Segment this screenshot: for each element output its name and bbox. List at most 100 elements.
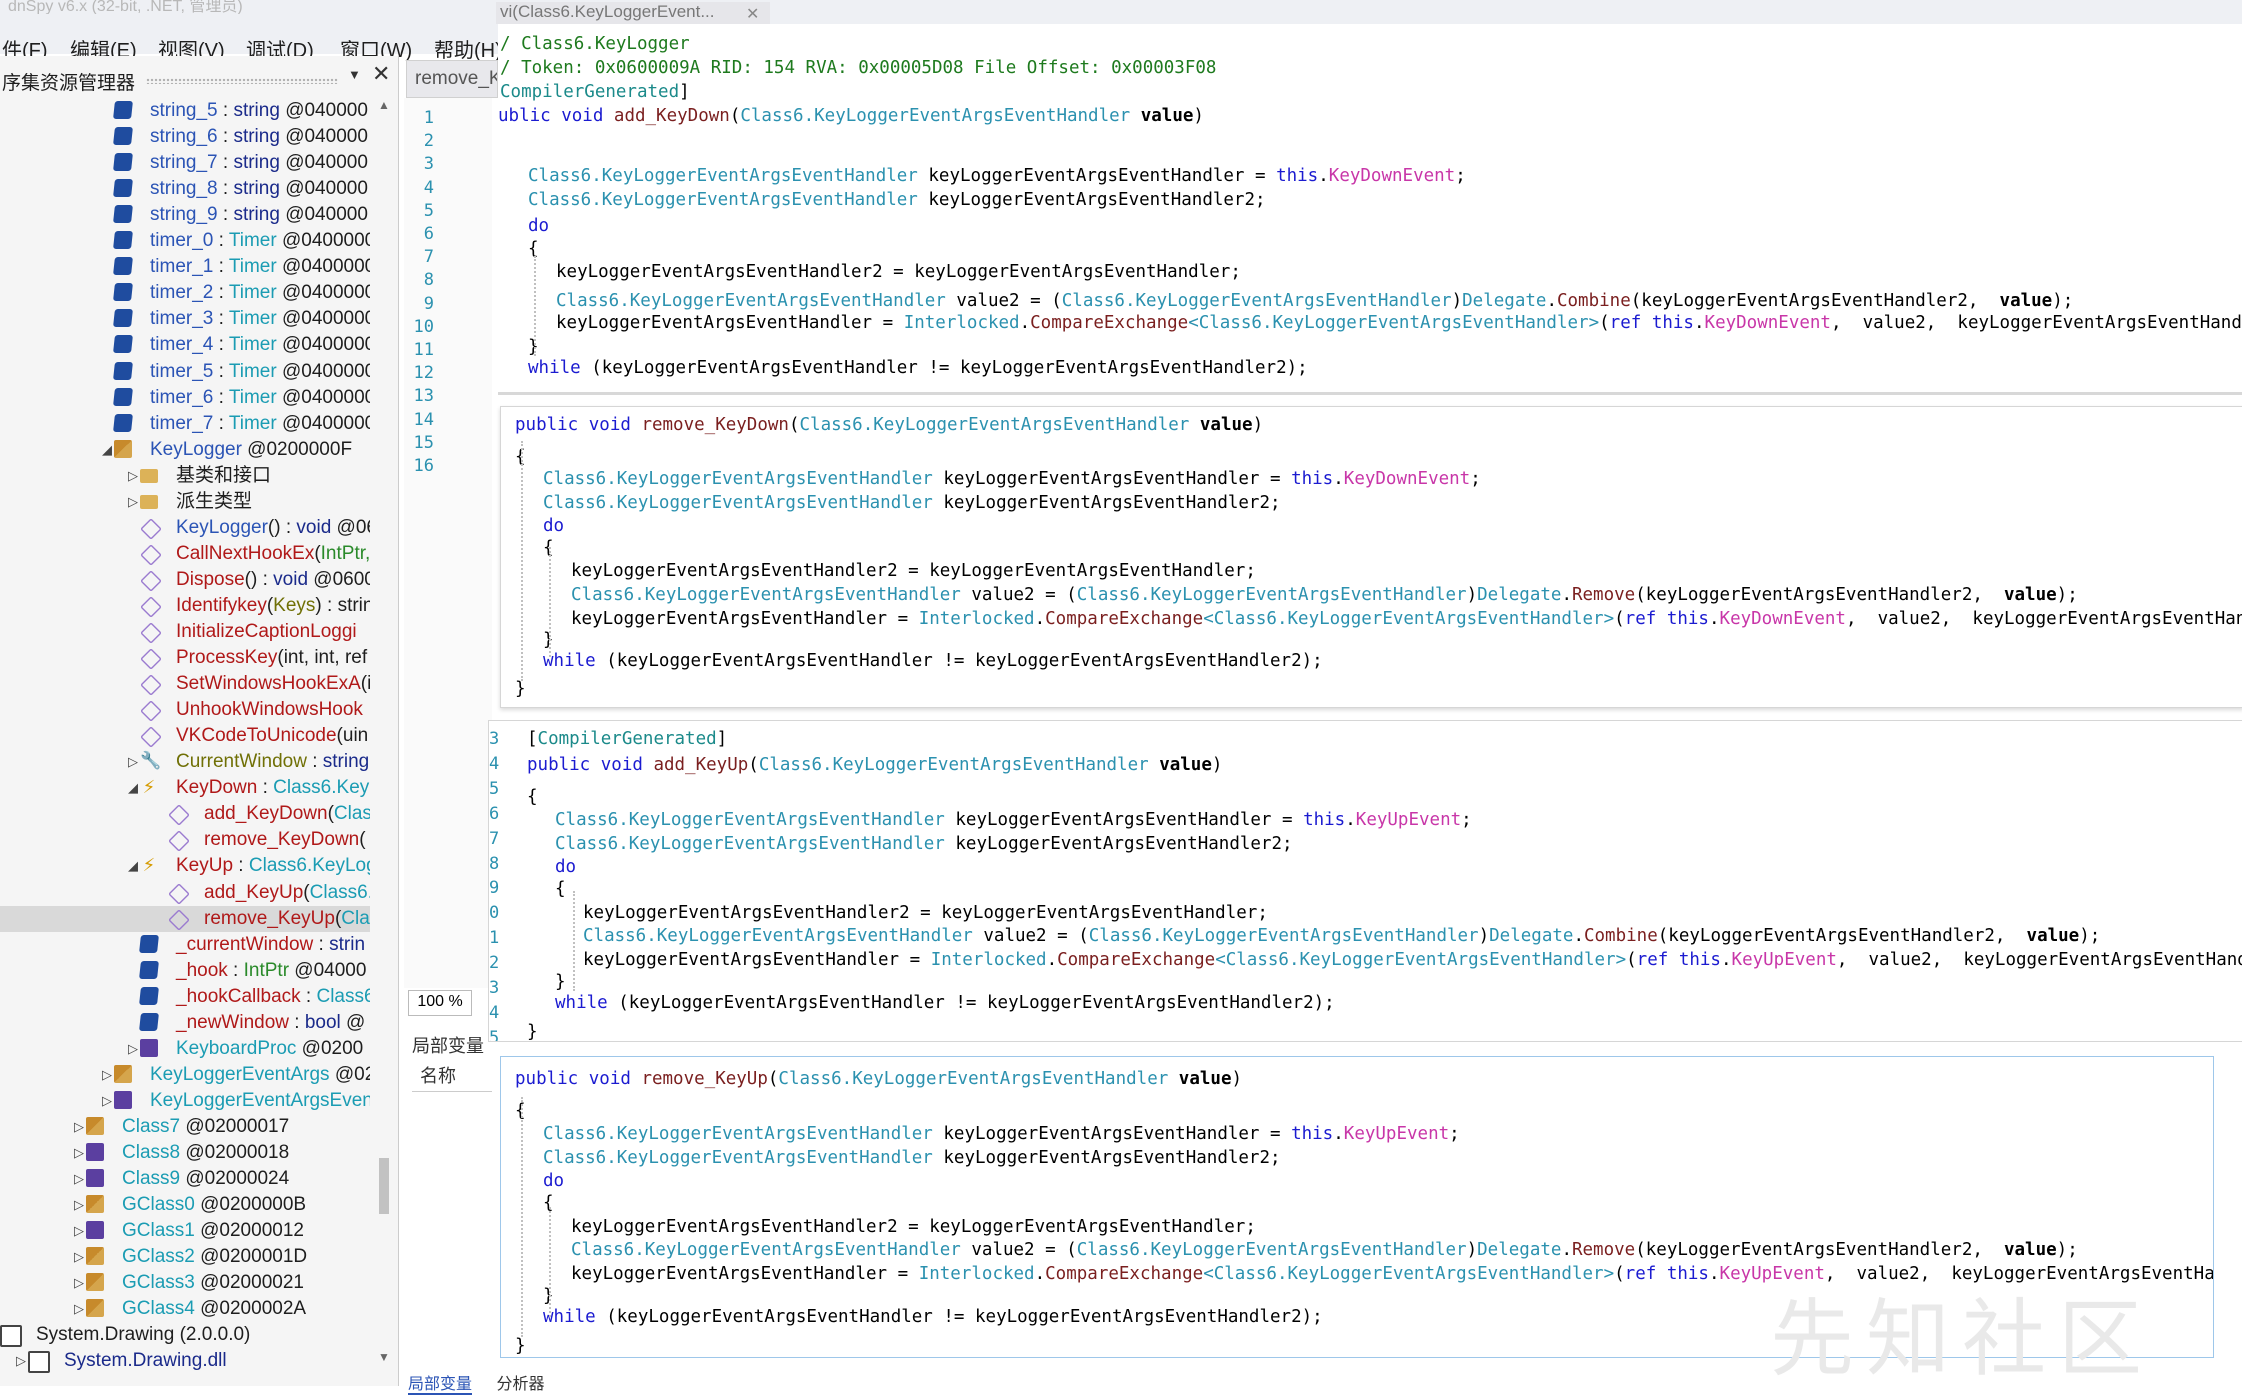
tree-item[interactable]: ▷ Class7 @02000017 xyxy=(0,1114,370,1140)
expand-arrow-icon[interactable]: ▷ xyxy=(126,489,140,515)
tree-item[interactable]: VKCodeToUnicode(uin xyxy=(0,723,370,749)
expand-arrow-icon[interactable]: ▷ xyxy=(72,1114,86,1140)
tree-item[interactable]: timer_5 : Timer @0400000 xyxy=(0,359,370,385)
tree-item[interactable]: ▷ Class8 @02000018 xyxy=(0,1140,370,1166)
expand-arrow-icon[interactable]: ▷ xyxy=(100,1062,114,1088)
locals-name-column[interactable]: 名称 xyxy=(412,1060,492,1092)
code-token: CompilerGenerated xyxy=(500,82,680,102)
tree-item[interactable]: ▷ KeyLoggerEventArgsEven xyxy=(0,1088,370,1114)
drag-grip[interactable] xyxy=(146,78,338,84)
tree-item[interactable]: _newWindow : bool @ xyxy=(0,1010,370,1036)
tree-scrollbar[interactable]: ▲ ▼ xyxy=(376,98,392,1386)
tree-item[interactable]: ▷ 🔧 CurrentWindow : string xyxy=(0,749,370,775)
expand-arrow-icon[interactable]: ▷ xyxy=(72,1270,86,1296)
field-icon xyxy=(139,960,159,979)
tree-item[interactable]: CallNextHookEx(IntPtr, xyxy=(0,541,370,567)
tree-item[interactable]: timer_1 : Timer @0400000 xyxy=(0,254,370,280)
menu-item-5[interactable]: 帮助(H) xyxy=(434,34,502,63)
item-token: @0400000 xyxy=(276,386,370,408)
code-token: = xyxy=(897,561,930,582)
tab-remove-keyup[interactable]: remove_K xyxy=(406,60,498,98)
tree-item[interactable]: timer_4 : Timer @0400000 xyxy=(0,332,370,358)
tree-item[interactable]: InitializeCaptionLoggi xyxy=(0,619,370,645)
collapse-arrow-icon[interactable]: ◢ xyxy=(126,853,140,879)
expand-arrow-icon[interactable]: ▷ xyxy=(126,749,140,775)
expand-arrow-icon[interactable]: ▷ xyxy=(72,1140,86,1166)
code-line: Class6.KeyLoggerEventArgsEventHandler va… xyxy=(571,1238,2078,1262)
tree-item[interactable]: ProcessKey(int, int, ref xyxy=(0,645,370,671)
expand-arrow-icon[interactable]: ▷ xyxy=(72,1244,86,1270)
tree-item[interactable]: timer_6 : Timer @0400000 xyxy=(0,385,370,411)
expand-arrow-icon[interactable]: ▷ xyxy=(72,1218,86,1244)
expand-arrow-icon[interactable]: ▷ xyxy=(100,1088,114,1114)
tree-item[interactable]: remove_KeyDown( xyxy=(0,827,370,853)
tree-item[interactable]: string_6 : string @040000 xyxy=(0,124,370,150)
tree-item[interactable]: string_5 : string @040000 xyxy=(0,98,370,124)
tree-item[interactable]: ▷ GClass1 @02000012 xyxy=(0,1218,370,1244)
tree-item[interactable]: ◢ KeyLogger @0200000F xyxy=(0,437,370,463)
code-token: ); xyxy=(1313,993,1335,1013)
tree-item[interactable]: ▷ KeyLoggerEventArgs @02 xyxy=(0,1062,370,1088)
tree-item[interactable]: ▷ GClass4 @0200002A xyxy=(0,1296,370,1322)
item-type: Class6. xyxy=(309,881,370,903)
tree-item[interactable]: timer_2 : Timer @0400000 xyxy=(0,280,370,306)
tree-item[interactable]: timer_3 : Timer @0400000 xyxy=(0,306,370,332)
tab-analyzer[interactable]: 分析器 xyxy=(496,1376,544,1393)
tree-item[interactable]: ▷ 基类和接口 xyxy=(0,463,370,489)
expand-arrow-icon[interactable]: ▷ xyxy=(72,1296,86,1322)
tree-item[interactable]: ◢ ⚡ KeyDown : Class6.KeyL xyxy=(0,775,370,801)
tree-item[interactable]: KeyLogger() : void @06 xyxy=(0,515,370,541)
collapse-arrow-icon[interactable]: ◢ xyxy=(100,437,114,463)
expand-arrow-icon[interactable]: ▷ xyxy=(126,463,140,489)
tree-item[interactable]: SetWindowsHookExA(i xyxy=(0,671,370,697)
item-separator: : xyxy=(217,100,234,121)
method-icon xyxy=(140,674,162,696)
tree-item[interactable]: ▷ KeyboardProc @0200 xyxy=(0,1036,370,1062)
tree-item[interactable]: ▷ GClass2 @0200001D xyxy=(0,1244,370,1270)
code-token: keyLoggerEventArgsEventHandler2 xyxy=(975,1307,1302,1327)
tree-item[interactable]: ▷ GClass3 @02000021 xyxy=(0,1270,370,1296)
tree-item[interactable]: add_KeyUp(Class6. xyxy=(0,880,370,906)
snippet-tab[interactable]: vi(Class6.KeyLoggerEvent... xyxy=(496,2,770,24)
tree-item[interactable]: timer_0 : Timer @0400000 xyxy=(0,228,370,254)
tree-item[interactable]: add_KeyDown(Clas xyxy=(0,801,370,827)
tree-item[interactable]: _currentWindow : strin xyxy=(0,932,370,958)
tree-item[interactable]: string_9 : string @040000 xyxy=(0,202,370,228)
zoom-level[interactable]: 100 % xyxy=(408,990,472,1016)
tree-item[interactable]: UnhookWindowsHook xyxy=(0,697,370,723)
tree-item[interactable]: remove_KeyUp(Cla xyxy=(0,905,370,932)
collapse-arrow-icon[interactable]: ◢ xyxy=(126,775,140,801)
tree-item[interactable]: _hook : IntPtr @04000 xyxy=(0,958,370,984)
expand-arrow-icon[interactable]: ▷ xyxy=(126,1036,140,1062)
expand-arrow-icon[interactable]: ▷ xyxy=(14,1348,28,1374)
line-number: 2 xyxy=(423,131,434,152)
scroll-up-icon[interactable]: ▲ xyxy=(376,98,392,112)
code-token: . xyxy=(1546,291,1557,311)
tree-item[interactable]: System.Drawing (2.0.0.0) xyxy=(0,1322,370,1348)
item-token: @0200002A xyxy=(194,1298,307,1320)
tree-item[interactable]: ▷ Class9 @02000024 xyxy=(0,1166,370,1192)
code-token: void xyxy=(578,1069,642,1089)
tree-item[interactable]: Identifykey(Keys) : strin xyxy=(0,593,370,619)
tree-item[interactable]: ▷ GClass0 @0200000B xyxy=(0,1192,370,1218)
expand-arrow-icon[interactable]: ▷ xyxy=(72,1166,86,1192)
tree-item[interactable]: ▷ 派生类型 xyxy=(0,489,370,515)
tree-item-label: remove_KeyUp(Cla xyxy=(204,906,370,932)
close-icon[interactable]: ✕ xyxy=(372,61,390,87)
tree-item[interactable]: ▷ System.Drawing.dll xyxy=(0,1348,370,1374)
item-name: timer_6 xyxy=(150,386,214,408)
line-number: 8 xyxy=(489,853,500,874)
tree-item[interactable]: ◢ ⚡ KeyUp : Class6.KeyLog xyxy=(0,853,370,879)
tree-item[interactable]: timer_7 : Timer @0400000 xyxy=(0,411,370,437)
tree-item[interactable]: string_7 : string @040000 xyxy=(0,150,370,176)
close-icon[interactable]: ✕ xyxy=(746,4,759,24)
scroll-down-icon[interactable]: ▼ xyxy=(376,1350,392,1364)
tree-item[interactable]: string_8 : string @040000 xyxy=(0,176,370,202)
expand-arrow-icon[interactable]: ▷ xyxy=(72,1192,86,1218)
chevron-down-icon[interactable]: ▼ xyxy=(348,67,361,82)
tree-item[interactable]: Dispose() : void @0600 xyxy=(0,567,370,593)
item-name: _hook xyxy=(176,959,228,981)
tree-item[interactable]: _hookCallback : Class6 xyxy=(0,984,370,1010)
scroll-thumb[interactable] xyxy=(379,1158,389,1214)
code-token: value2 = ( xyxy=(972,926,1089,947)
